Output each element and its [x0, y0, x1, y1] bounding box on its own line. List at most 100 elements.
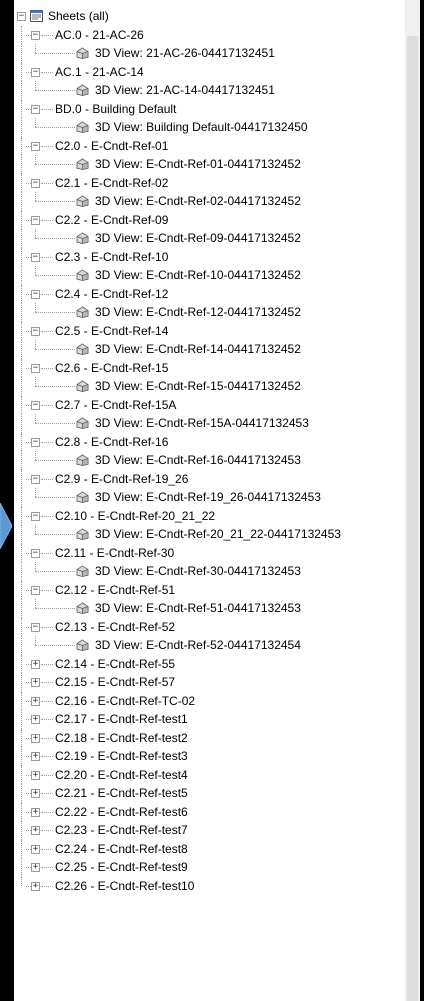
- expand-toggle[interactable]: +: [31, 770, 40, 780]
- tree-root-sheets-all[interactable]: − Sheets (all): [14, 7, 405, 26]
- tree-item-sheet[interactable]: − AC.1 - 21-AC-14: [14, 62, 405, 81]
- sheet-label[interactable]: C2.14 - E-Cndt-Ref-55: [55, 655, 175, 674]
- collapse-toggle[interactable]: −: [31, 30, 40, 40]
- collapse-toggle[interactable]: −: [31, 511, 40, 521]
- scrollbar-thumb[interactable]: [407, 36, 418, 1001]
- collapse-toggle[interactable]: −: [31, 437, 40, 447]
- expand-toggle[interactable]: +: [31, 715, 40, 724]
- collapse-toggle[interactable]: −: [31, 178, 40, 188]
- tree-item-sheet[interactable]: − C2.5 - E-Cndt-Ref-14: [14, 321, 405, 341]
- collapse-toggle[interactable]: −: [31, 326, 40, 336]
- view-label[interactable]: 3D View: E-Cndt-Ref-19_26-04417132453: [95, 488, 321, 507]
- view-label[interactable]: 3D View: E-Cndt-Ref-12-04417132452: [95, 303, 301, 322]
- sheet-label[interactable]: C2.25 - E-Cndt-Ref-test9: [55, 858, 188, 877]
- tree-item-3d-view[interactable]: 3D View: 21-AC-26-04417132451: [14, 44, 405, 63]
- tree-item-sheet[interactable]: − C2.13 - E-Cndt-Ref-52: [14, 617, 405, 636]
- tree-item-sheet[interactable]: + C2.26 - E-Cndt-Ref-test10: [14, 876, 405, 896]
- collapse-toggle[interactable]: −: [31, 363, 40, 373]
- view-label[interactable]: 3D View: E-Cndt-Ref-09-04417132452: [95, 229, 301, 248]
- expand-toggle[interactable]: +: [31, 807, 40, 817]
- tree-item-3d-view[interactable]: 3D View: E-Cndt-Ref-14-04417132452: [14, 340, 405, 359]
- collapse-toggle[interactable]: −: [31, 67, 40, 77]
- tree-item-sheet[interactable]: + C2.20 - E-Cndt-Ref-test4: [14, 765, 405, 784]
- view-label[interactable]: 3D View: E-Cndt-Ref-16-04417132453: [95, 451, 301, 470]
- sheet-label[interactable]: C2.3 - E-Cndt-Ref-10: [55, 248, 168, 267]
- tree-item-3d-view[interactable]: 3D View: E-Cndt-Ref-51-04417132453: [14, 599, 405, 618]
- sheet-label[interactable]: C2.19 - E-Cndt-Ref-test3: [55, 747, 188, 766]
- collapse-toggle[interactable]: −: [31, 289, 40, 299]
- collapse-toggle[interactable]: −: [17, 12, 26, 21]
- view-label[interactable]: 3D View: E-Cndt-Ref-30-04417132453: [95, 562, 301, 581]
- sheet-label[interactable]: C2.4 - E-Cndt-Ref-12: [55, 285, 168, 304]
- sheet-label[interactable]: C2.11 - E-Cndt-Ref-30: [55, 544, 174, 563]
- sheet-label[interactable]: C2.15 - E-Cndt-Ref-57: [55, 673, 175, 692]
- tree-item-3d-view[interactable]: 3D View: E-Cndt-Ref-02-04417132452: [14, 192, 405, 211]
- tree-item-3d-view[interactable]: 3D View: E-Cndt-Ref-20_21_22-04417132453: [14, 525, 405, 544]
- tree-item-sheet[interactable]: − C2.4 - E-Cndt-Ref-12: [14, 284, 405, 304]
- tree-item-sheet[interactable]: − AC.0 - 21-AC-26: [14, 25, 405, 45]
- tree-item-3d-view[interactable]: 3D View: E-Cndt-Ref-52-04417132454: [14, 636, 405, 655]
- tree-item-3d-view[interactable]: 3D View: E-Cndt-Ref-16-04417132453: [14, 451, 405, 470]
- view-label[interactable]: 3D View: E-Cndt-Ref-15-04417132452: [95, 377, 301, 396]
- sheet-label[interactable]: C2.16 - E-Cndt-Ref-TC-02: [55, 692, 195, 711]
- tree-item-sheet[interactable]: + C2.21 - E-Cndt-Ref-test5: [14, 784, 405, 803]
- tree-item-sheet[interactable]: + C2.24 - E-Cndt-Ref-test8: [14, 839, 405, 858]
- view-label[interactable]: 3D View: 21-AC-14-04417132451: [95, 81, 275, 100]
- tree-item-3d-view[interactable]: 3D View: E-Cndt-Ref-01-04417132452: [14, 155, 405, 174]
- collapse-toggle[interactable]: −: [31, 548, 40, 558]
- view-label[interactable]: 3D View: E-Cndt-Ref-52-04417132454: [95, 636, 301, 655]
- tree-item-3d-view[interactable]: 3D View: E-Cndt-Ref-15-04417132452: [14, 377, 405, 396]
- tree-item-3d-view[interactable]: 3D View: Building Default-04417132450: [14, 118, 405, 137]
- sheet-label[interactable]: C2.5 - E-Cndt-Ref-14: [55, 322, 168, 341]
- tree-item-sheet[interactable]: − C2.9 - E-Cndt-Ref-19_26: [14, 469, 405, 489]
- tree-item-sheet[interactable]: + C2.23 - E-Cndt-Ref-test7: [14, 821, 405, 840]
- tree-item-sheet[interactable]: − C2.7 - E-Cndt-Ref-15A: [14, 395, 405, 415]
- sheet-label[interactable]: C2.22 - E-Cndt-Ref-test6: [55, 803, 188, 822]
- tree-item-3d-view[interactable]: 3D View: E-Cndt-Ref-09-04417132452: [14, 229, 405, 248]
- tree-item-sheet[interactable]: + C2.19 - E-Cndt-Ref-test3: [14, 747, 405, 766]
- collapse-toggle[interactable]: −: [31, 215, 40, 225]
- tree-item-sheet[interactable]: + C2.18 - E-Cndt-Ref-test2: [14, 728, 405, 747]
- view-label[interactable]: 3D View: E-Cndt-Ref-20_21_22-04417132453: [95, 525, 341, 544]
- view-label[interactable]: 3D View: E-Cndt-Ref-01-04417132452: [95, 155, 301, 174]
- expand-toggle[interactable]: +: [31, 789, 40, 798]
- collapse-toggle[interactable]: −: [31, 141, 40, 151]
- tree-item-sheet[interactable]: − C2.6 - E-Cndt-Ref-15: [14, 358, 405, 378]
- sheet-label[interactable]: C2.17 - E-Cndt-Ref-test1: [55, 710, 188, 729]
- tree-item-3d-view[interactable]: 3D View: E-Cndt-Ref-15A-04417132453: [14, 414, 405, 433]
- sheet-label[interactable]: C2.9 - E-Cndt-Ref-19_26: [55, 470, 188, 489]
- tree-item-3d-view[interactable]: 3D View: E-Cndt-Ref-19_26-04417132453: [14, 488, 405, 507]
- tree-item-sheet[interactable]: + C2.15 - E-Cndt-Ref-57: [14, 673, 405, 692]
- sheet-label[interactable]: C2.1 - E-Cndt-Ref-02: [55, 174, 168, 193]
- tree-item-sheet[interactable]: + C2.16 - E-Cndt-Ref-TC-02: [14, 691, 405, 711]
- collapse-toggle[interactable]: −: [31, 104, 40, 114]
- sheet-label[interactable]: BD.0 - Building Default: [55, 100, 176, 119]
- tree-item-sheet[interactable]: − C2.3 - E-Cndt-Ref-10: [14, 247, 405, 267]
- sheet-label[interactable]: C2.21 - E-Cndt-Ref-test5: [55, 784, 188, 803]
- tree-item-3d-view[interactable]: 3D View: E-Cndt-Ref-12-04417132452: [14, 303, 405, 322]
- expand-toggle[interactable]: +: [31, 752, 40, 761]
- collapse-toggle[interactable]: −: [31, 622, 40, 632]
- sheet-label[interactable]: C2.12 - E-Cndt-Ref-51: [55, 581, 175, 600]
- sheet-label[interactable]: C2.6 - E-Cndt-Ref-15: [55, 359, 168, 378]
- tree-item-sheet[interactable]: − C2.11 - E-Cndt-Ref-30: [14, 543, 405, 563]
- tree-item-sheet[interactable]: − C2.2 - E-Cndt-Ref-09: [14, 210, 405, 229]
- tree-item-sheet[interactable]: + C2.22 - E-Cndt-Ref-test6: [14, 802, 405, 822]
- expand-toggle[interactable]: +: [31, 678, 40, 687]
- view-label[interactable]: 3D View: E-Cndt-Ref-51-04417132453: [95, 599, 301, 618]
- expand-toggle[interactable]: +: [31, 659, 40, 669]
- collapse-toggle[interactable]: −: [31, 400, 40, 410]
- tree-item-sheet[interactable]: + C2.14 - E-Cndt-Ref-55: [14, 654, 405, 674]
- tree-item-sheet[interactable]: − C2.1 - E-Cndt-Ref-02: [14, 173, 405, 193]
- expand-toggle[interactable]: +: [31, 733, 40, 743]
- sheet-label[interactable]: AC.0 - 21-AC-26: [55, 26, 144, 45]
- view-label[interactable]: 3D View: E-Cndt-Ref-14-04417132452: [95, 340, 301, 359]
- tree-item-3d-view[interactable]: 3D View: E-Cndt-Ref-30-04417132453: [14, 562, 405, 581]
- view-label[interactable]: 3D View: E-Cndt-Ref-02-04417132452: [95, 192, 301, 211]
- expand-toggle[interactable]: +: [31, 881, 40, 891]
- view-label[interactable]: 3D View: E-Cndt-Ref-15A-04417132453: [95, 414, 309, 433]
- sheet-label[interactable]: C2.26 - E-Cndt-Ref-test10: [55, 877, 194, 896]
- expand-toggle[interactable]: +: [31, 826, 40, 835]
- sheet-label[interactable]: C2.7 - E-Cndt-Ref-15A: [55, 396, 176, 415]
- view-label[interactable]: 3D View: 21-AC-26-04417132451: [95, 44, 275, 63]
